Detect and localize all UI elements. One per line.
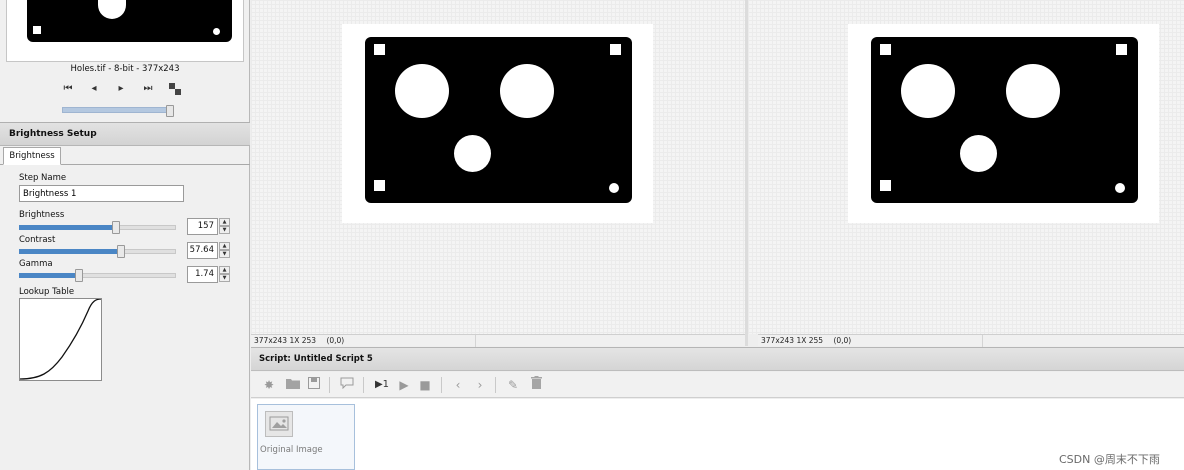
brightness-value[interactable]: 157 bbox=[187, 218, 218, 235]
step-name-label: Step Name bbox=[19, 173, 67, 183]
cursor-coords-status: (0,0) bbox=[326, 336, 345, 345]
right-viewer-status: 377x243 1X 255 (0,0) bbox=[758, 334, 1184, 347]
image-size-status: 377x243 1X 253 bbox=[254, 336, 317, 345]
gamma-slider-thumb[interactable] bbox=[75, 269, 83, 282]
brightness-label: Brightness bbox=[19, 210, 65, 220]
image-size-status: 377x243 1X 255 bbox=[761, 336, 824, 345]
prev-frame-icon[interactable]: ◂ bbox=[87, 82, 101, 96]
thumbnail-preview[interactable] bbox=[6, 0, 244, 62]
save-icon[interactable] bbox=[305, 376, 323, 394]
script-step-label: Original Image bbox=[260, 445, 323, 455]
lookup-table-label: Lookup Table bbox=[19, 287, 75, 297]
image-canvas bbox=[848, 24, 1159, 223]
step-name-input[interactable] bbox=[19, 185, 184, 202]
left-panel: Holes.tif - 8-bit - 377x243 ⏮ ◂ ▸ ⏭ Brig… bbox=[0, 0, 250, 470]
spin-up-icon[interactable]: ▲ bbox=[219, 218, 230, 226]
frame-slider[interactable] bbox=[62, 105, 174, 117]
image-file-info: Holes.tif - 8-bit - 377x243 bbox=[70, 64, 180, 74]
first-frame-icon[interactable]: ⏮ bbox=[61, 82, 75, 96]
brightness-slider-thumb[interactable] bbox=[112, 221, 120, 234]
left-viewer-status: 377x243 1X 253 (0,0) bbox=[251, 334, 745, 347]
lookup-table-graph bbox=[19, 298, 102, 381]
pencil-icon[interactable]: ✎ bbox=[504, 376, 522, 394]
next-frame-icon[interactable]: ▸ bbox=[114, 82, 128, 96]
gamma-spinner[interactable]: ▲ ▼ bbox=[219, 266, 230, 283]
spin-up-icon[interactable]: ▲ bbox=[219, 242, 230, 250]
stack-icon[interactable] bbox=[168, 82, 182, 101]
stop-icon[interactable]: ■ bbox=[416, 376, 434, 394]
processed-image-viewer[interactable] bbox=[748, 0, 1184, 334]
script-step-original-image[interactable]: Original Image bbox=[257, 404, 355, 470]
chevron-right-icon[interactable]: › bbox=[471, 376, 489, 394]
holes-plate-image bbox=[871, 37, 1138, 203]
contrast-slider[interactable] bbox=[19, 245, 176, 258]
gamma-value[interactable]: 1.74 bbox=[187, 266, 218, 283]
image-canvas bbox=[342, 24, 653, 223]
contrast-slider-thumb[interactable] bbox=[117, 245, 125, 258]
spin-up-icon[interactable]: ▲ bbox=[219, 266, 230, 274]
comment-icon[interactable] bbox=[338, 376, 356, 394]
thumbnail-plate-image bbox=[27, 0, 232, 42]
last-frame-icon[interactable]: ⏭ bbox=[141, 82, 155, 96]
spin-down-icon[interactable]: ▼ bbox=[219, 274, 230, 282]
setup-tabbar: Brightness bbox=[0, 147, 250, 165]
brightness-setup-header: Brightness Setup bbox=[0, 122, 250, 146]
tab-brightness[interactable]: Brightness bbox=[3, 147, 61, 165]
spin-down-icon[interactable]: ▼ bbox=[219, 250, 230, 258]
gamma-slider[interactable] bbox=[19, 269, 176, 282]
spin-down-icon[interactable]: ▼ bbox=[219, 226, 230, 234]
original-image-viewer[interactable] bbox=[251, 0, 745, 334]
open-folder-icon[interactable] bbox=[284, 376, 302, 394]
frame-slider-thumb[interactable] bbox=[166, 105, 174, 117]
chevron-left-icon[interactable]: ‹ bbox=[449, 376, 467, 394]
script-toolbar: ✸ ▶1 ▶ ■ ‹ › ✎ bbox=[251, 372, 1184, 398]
cursor-coords-status: (0,0) bbox=[833, 336, 852, 345]
gamma-label: Gamma bbox=[19, 259, 53, 269]
play-icon[interactable]: ▶ bbox=[395, 376, 413, 394]
brightness-slider[interactable] bbox=[19, 221, 176, 234]
contrast-label: Contrast bbox=[19, 235, 56, 245]
run-once-button[interactable]: ▶1 bbox=[371, 376, 393, 394]
brightness-spinner[interactable]: ▲ ▼ bbox=[219, 218, 230, 235]
watermark: CSDN @周末不下雨 bbox=[1059, 453, 1160, 466]
holes-plate-image bbox=[365, 37, 632, 203]
trash-icon[interactable] bbox=[527, 376, 545, 394]
contrast-value[interactable]: 57.64 bbox=[187, 242, 218, 259]
image-icon bbox=[265, 411, 293, 437]
new-script-icon[interactable]: ✸ bbox=[260, 376, 278, 394]
contrast-spinner[interactable]: ▲ ▼ bbox=[219, 242, 230, 259]
script-steps-area bbox=[251, 399, 1184, 470]
script-panel-header: Script: Untitled Script 5 bbox=[251, 347, 1184, 371]
